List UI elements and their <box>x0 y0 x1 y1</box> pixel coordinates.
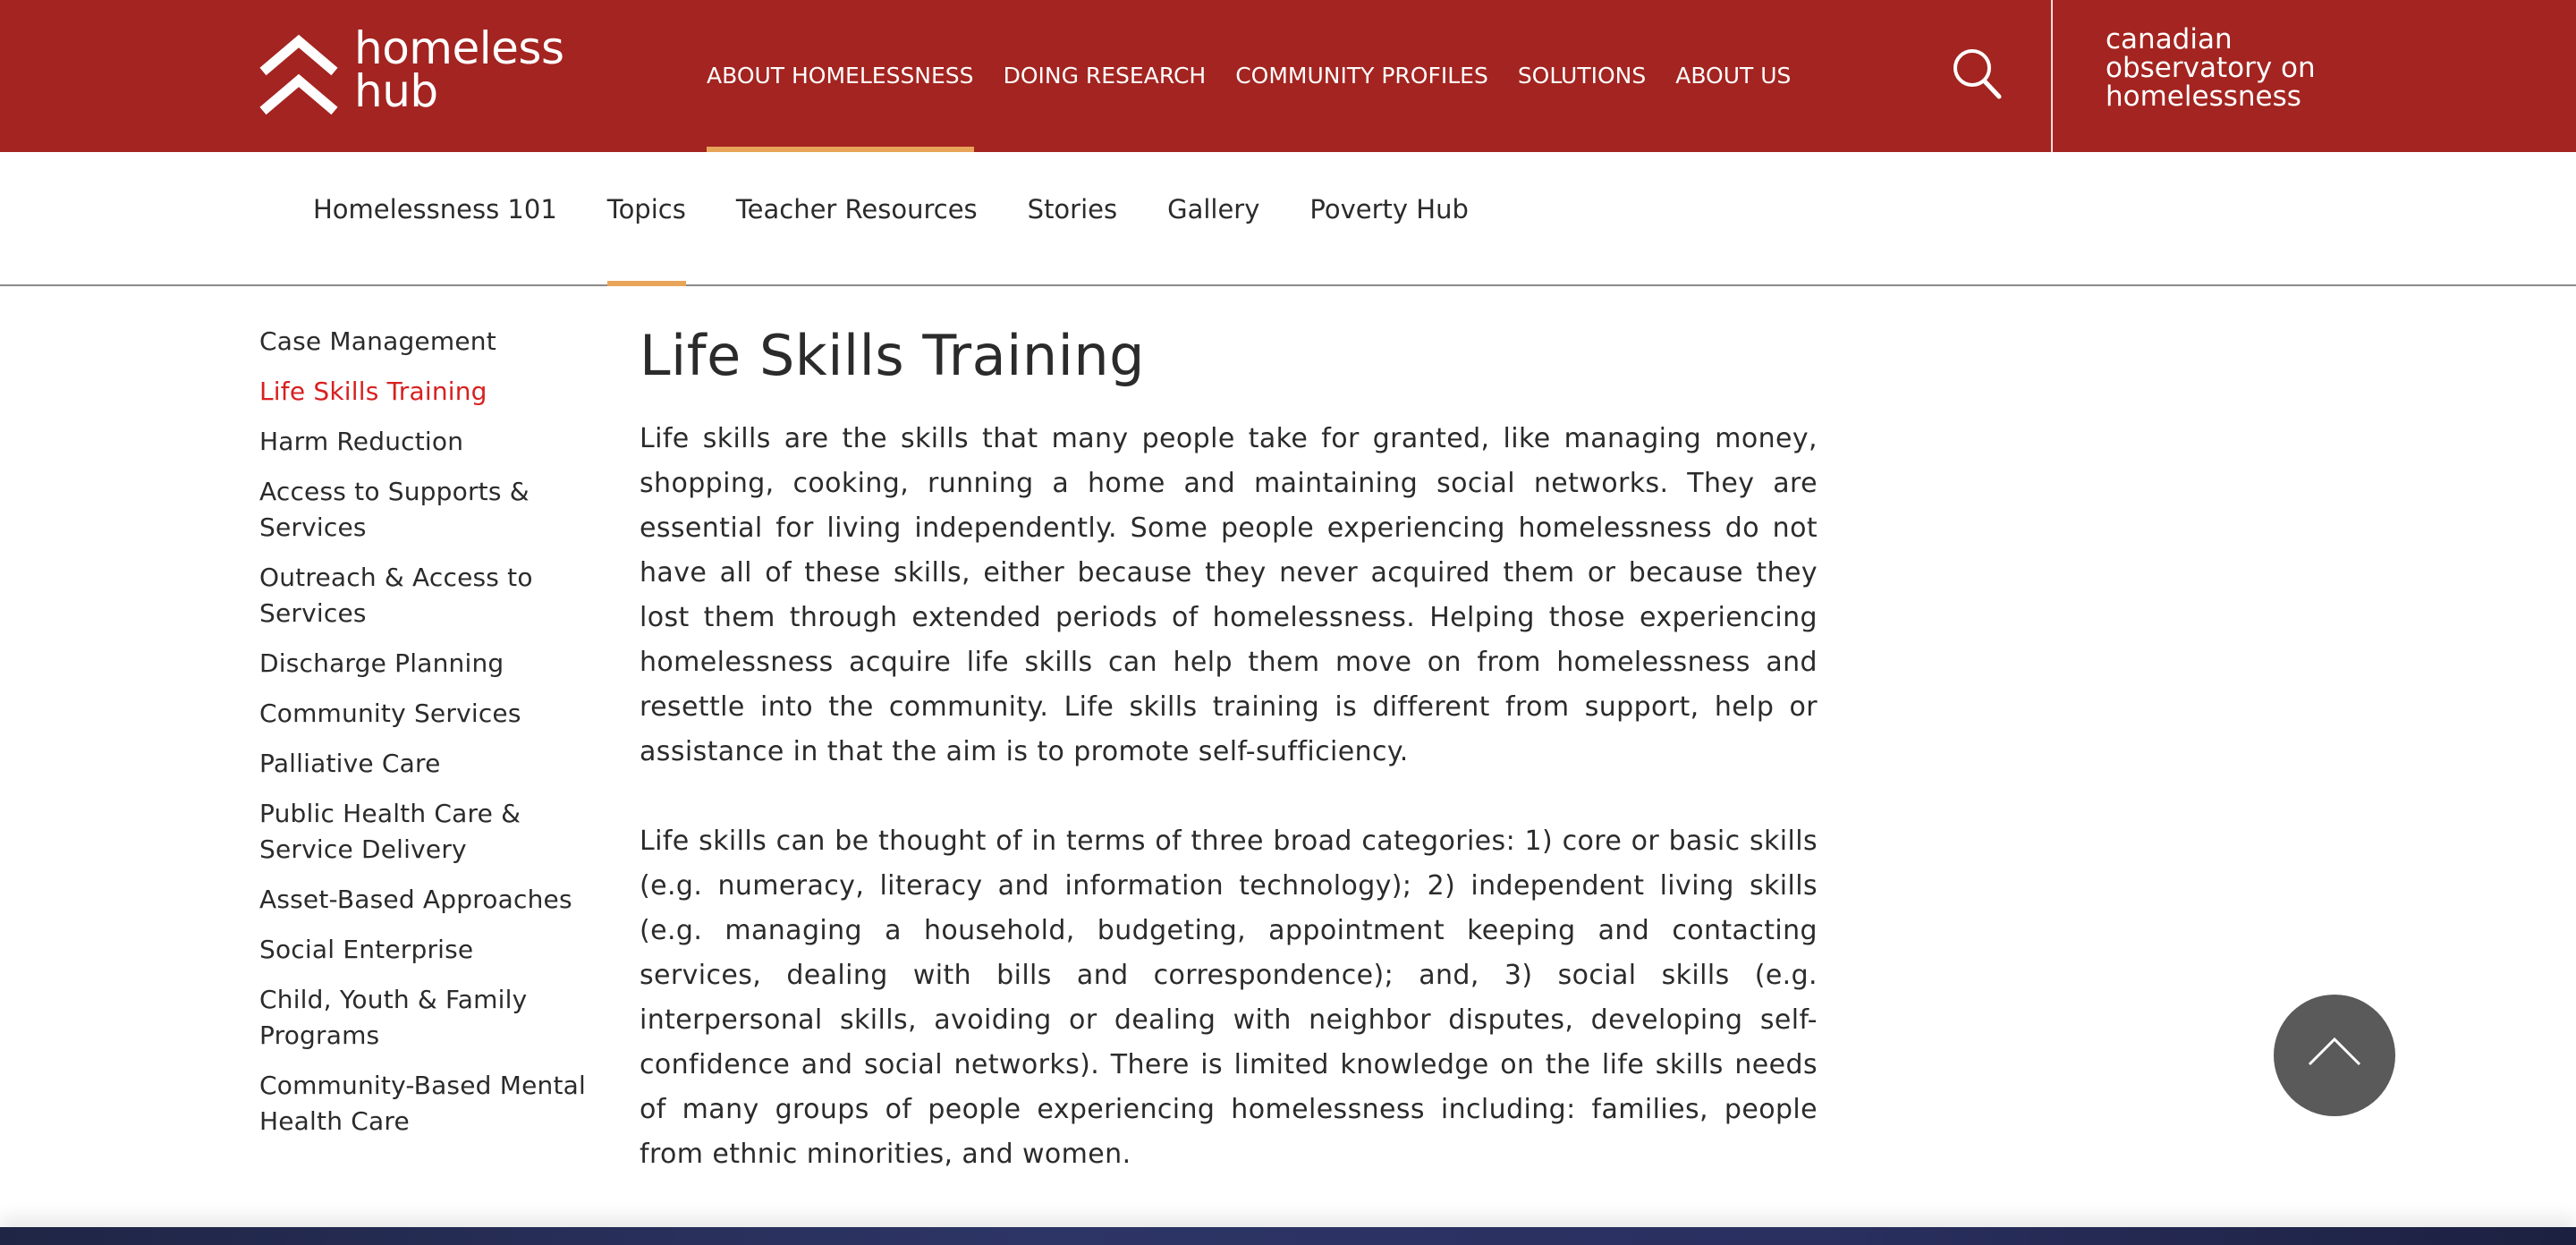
topics-sidebar: Case Management Life Skills Training Har… <box>259 324 590 1154</box>
sidebar-item-community-services[interactable]: Community Services <box>259 696 590 732</box>
chevron-up-icon <box>2308 1037 2361 1066</box>
article-content: Life Skills Training Life skills are the… <box>640 320 1818 1177</box>
sidebar-item-outreach[interactable]: Outreach & Access to Services <box>259 560 590 631</box>
logo-text: homeless hub <box>354 22 564 117</box>
search-icon <box>1953 49 2002 99</box>
subnav-poverty-hub[interactable]: Poverty Hub <box>1284 152 1493 284</box>
sub-nav: Homelessness 101 Topics Teacher Resource… <box>0 152 2576 286</box>
sidebar-item-public-health-care[interactable]: Public Health Care & Service Delivery <box>259 796 590 868</box>
footer-strip <box>0 1227 2576 1245</box>
sidebar-item-access-to-supports[interactable]: Access to Supports & Services <box>259 474 590 546</box>
homeless-hub-logo[interactable]: homeless hub <box>258 26 580 125</box>
subnav-stories[interactable]: Stories <box>1003 152 1142 284</box>
chevron-logo-icon <box>259 34 338 115</box>
sidebar-item-palliative-care[interactable]: Palliative Care <box>259 746 590 782</box>
site-header: homeless hub ABOUT HOMELESSNESS DOING RE… <box>0 0 2576 152</box>
subnav-homelessness-101[interactable]: Homelessness 101 <box>288 152 582 284</box>
sidebar-item-discharge-planning[interactable]: Discharge Planning <box>259 646 590 682</box>
nav-about-us[interactable]: ABOUT US <box>1675 0 1791 152</box>
article-paragraph: Life skills are the skills that many peo… <box>640 423 1818 767</box>
subnav-gallery[interactable]: Gallery <box>1142 152 1284 284</box>
header-divider <box>2051 0 2053 152</box>
subnav-topics[interactable]: Topics <box>582 152 711 286</box>
sidebar-item-asset-based-approaches[interactable]: Asset-Based Approaches <box>259 882 590 918</box>
nav-community-profiles[interactable]: COMMUNITY PROFILES <box>1235 0 1488 152</box>
article-paragraph: Life skills can be thought of in terms o… <box>640 826 1818 1170</box>
nav-solutions[interactable]: SOLUTIONS <box>1518 0 1646 152</box>
sidebar-item-case-management[interactable]: Case Management <box>259 324 590 360</box>
subnav-teacher-resources[interactable]: Teacher Resources <box>711 152 1003 284</box>
back-to-top-button[interactable] <box>2274 995 2395 1116</box>
sidebar-item-life-skills-training[interactable]: Life Skills Training <box>259 374 590 410</box>
page-title: Life Skills Training <box>640 323 1146 388</box>
search-button[interactable] <box>1950 45 2004 102</box>
main-nav: ABOUT HOMELESSNESS DOING RESEARCH COMMUN… <box>707 0 1820 152</box>
partner-logo-text[interactable]: canadian observatory on homelessness <box>2106 25 2374 111</box>
sidebar-item-harm-reduction[interactable]: Harm Reduction <box>259 424 590 460</box>
nav-about-homelessness[interactable]: ABOUT HOMELESSNESS <box>707 0 974 152</box>
sidebar-item-community-mental-health[interactable]: Community-Based Mental Health Care <box>259 1068 590 1139</box>
sidebar-item-child-youth-family[interactable]: Child, Youth & Family Programs <box>259 982 590 1054</box>
sidebar-item-social-enterprise[interactable]: Social Enterprise <box>259 932 590 968</box>
nav-doing-research[interactable]: DOING RESEARCH <box>1004 0 1207 152</box>
